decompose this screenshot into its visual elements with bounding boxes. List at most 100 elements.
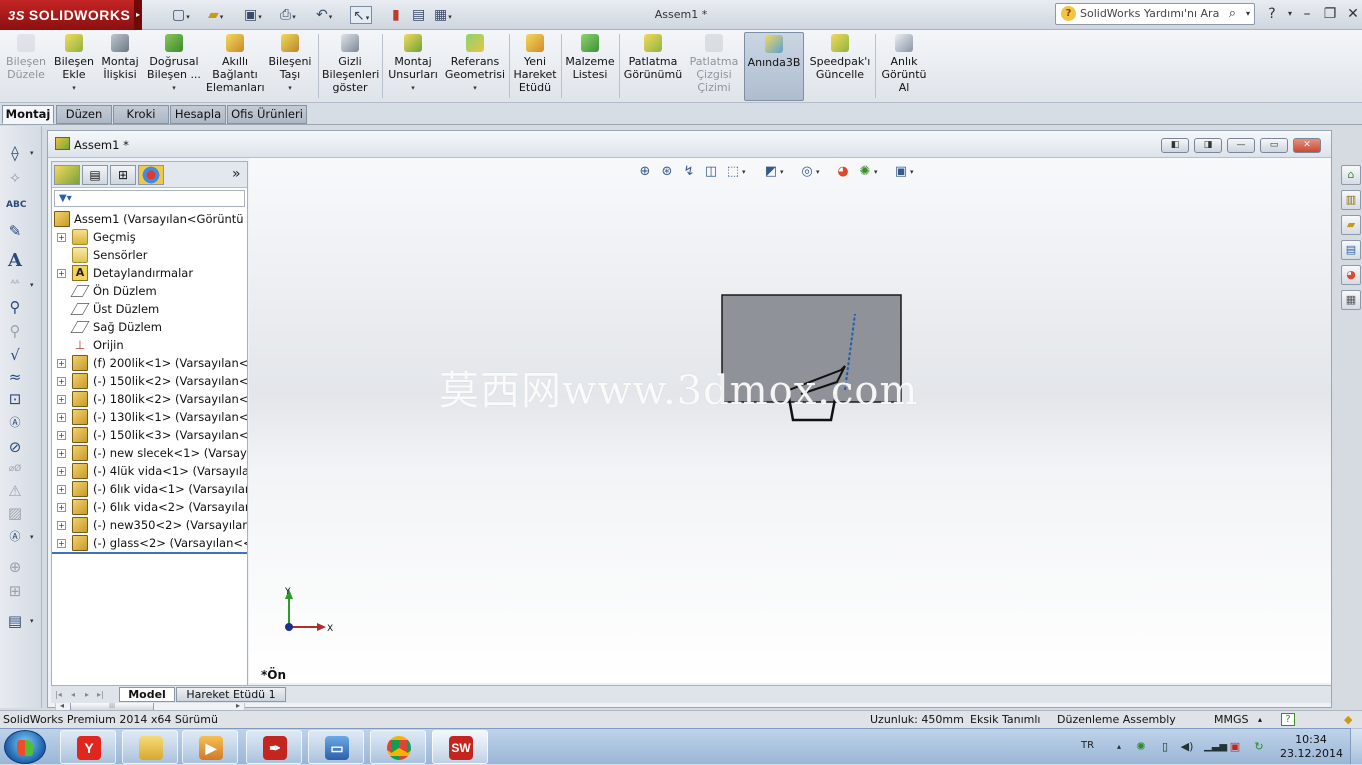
tree-item[interactable]: + (-) 180lik<2> (Varsayılan<<Va	[52, 390, 247, 408]
undo-icon[interactable]: ↶▾	[316, 6, 332, 24]
volume-icon[interactable]: ◀)	[1180, 740, 1194, 754]
instant3d-button[interactable]: Anında3B	[744, 32, 804, 101]
restore-icon[interactable]: ❐	[1320, 5, 1340, 23]
view-palette-icon[interactable]: ▤	[1341, 240, 1361, 260]
expand-toggle-icon[interactable]: +	[57, 269, 66, 278]
tree-item[interactable]: + Geçmiş	[52, 228, 247, 246]
taskbar-media-player[interactable]: ▶	[182, 730, 238, 764]
property-manager-tab-icon[interactable]: ▤	[82, 165, 108, 185]
start-button[interactable]	[4, 730, 46, 764]
insert-component-button[interactable]: Bileşen Ekle ▾	[52, 32, 96, 101]
tab-model[interactable]: Model	[119, 687, 175, 702]
tag-icon[interactable]: ◆	[1344, 711, 1352, 728]
tile-right-icon[interactable]: ◨	[1194, 138, 1222, 153]
taskbar-yandex[interactable]: Y	[60, 730, 116, 764]
tree-filter-icon[interactable]: ▼▾	[54, 190, 245, 207]
bill-of-materials-button[interactable]: Malzeme Listesi	[564, 32, 616, 101]
area-hatch-icon[interactable]: ▨	[6, 504, 24, 522]
save-icon[interactable]: ▣▾	[244, 6, 262, 24]
custom-properties-icon[interactable]: ▦	[1341, 290, 1361, 310]
weld-symbol-icon[interactable]: ≈	[6, 368, 24, 386]
tree-item[interactable]: ⊥ Orijin	[52, 336, 247, 354]
spell-check-icon[interactable]: ABC	[6, 196, 26, 214]
note-icon[interactable]: A	[6, 252, 24, 270]
tree-item[interactable]: + (-) 4lük vida<1> (Varsayılan<	[52, 462, 247, 480]
menu-expand-arrow-icon[interactable]: ▸	[134, 0, 142, 30]
show-hidden-tray-icon[interactable]: ▴	[1112, 740, 1126, 754]
hole-callout-icon[interactable]: ⌀Ø	[6, 460, 24, 478]
help-icon[interactable]: ?	[1262, 5, 1282, 23]
update-speedpak-button[interactable]: Speedpak'ı Güncelle	[808, 32, 872, 101]
tree-item[interactable]: Sağ Düzlem	[52, 318, 247, 336]
explode-line-sketch-button[interactable]: Patlatma Çizgisi Çizimi	[686, 32, 742, 101]
taskbar-explorer[interactable]	[122, 730, 178, 764]
tab-nav-next-icon[interactable]: ▸	[85, 688, 89, 701]
tile-left-icon[interactable]: ◧	[1161, 138, 1189, 153]
take-snapshot-button[interactable]: Anlık Görüntü Al	[878, 32, 930, 101]
search-icon[interactable]: ⌕	[1229, 4, 1236, 24]
model-geometry[interactable]	[249, 158, 1331, 683]
tab-motion-study-1[interactable]: Hareket Etüdü 1	[176, 687, 286, 702]
geometric-tolerance-icon[interactable]: ⊡	[6, 390, 24, 408]
tab-nav-prev-icon[interactable]: ◂	[71, 688, 75, 701]
expand-toggle-icon[interactable]: +	[57, 395, 66, 404]
tree-root-assembly[interactable]: Assem1 (Varsayılan<Görüntü Du	[52, 210, 247, 228]
new-motion-study-button[interactable]: Yeni Hareket Etüdü	[512, 32, 558, 101]
table-icon[interactable]: ▤ ▾	[6, 612, 34, 630]
print-icon[interactable]: ⎙▾	[280, 6, 296, 24]
tree-item[interactable]: + (-) glass<2> (Varsayılan<<Va	[52, 534, 247, 552]
linear-pattern-button[interactable]: Doğrusal Bileşen ... ▾	[146, 32, 202, 101]
tree-item[interactable]: + (-) 150lik<2> (Varsayılan<<Va	[52, 372, 247, 390]
select-cursor-icon[interactable]: ↖▾	[350, 6, 373, 24]
auto-balloon-icon[interactable]: ⚲	[6, 322, 24, 340]
expand-toggle-icon[interactable]: +	[57, 467, 66, 476]
smart-fasteners-button[interactable]: Akıllı Bağlantı Elemanları	[206, 32, 265, 101]
tree-item[interactable]: + (-) new slecek<1> (Varsayılan	[52, 444, 247, 462]
tree-item[interactable]: + (-) new350<2> (Varsayılan<<	[52, 516, 247, 534]
tree-item[interactable]: + (f) 200lik<1> (Varsayılan<<Va	[52, 354, 247, 372]
expand-toggle-icon[interactable]: +	[57, 431, 66, 440]
show-hidden-components-button[interactable]: Gizli Bileşenleri göster	[322, 32, 379, 101]
security-icon[interactable]: ▣	[1228, 740, 1242, 754]
taskbar-solidworks[interactable]: SW	[432, 730, 488, 764]
expand-toggle-icon[interactable]: +	[57, 377, 66, 386]
expand-toggle-icon[interactable]: +	[57, 485, 66, 494]
block-icon[interactable]: Ⓐ ▾	[6, 528, 34, 546]
close-icon[interactable]: ✕	[1343, 5, 1362, 23]
exploded-view-button[interactable]: Patlatma Görünümü	[622, 32, 684, 101]
search-dropdown-icon[interactable]: ▾	[1246, 4, 1250, 24]
units-dropdown-icon[interactable]: ▴	[1258, 711, 1262, 728]
tree-item[interactable]: + (-) 6lık vida<1> (Varsayılan<<	[52, 480, 247, 498]
move-component-button[interactable]: Bileşeni Taşı ▾	[266, 32, 314, 101]
center-mark-icon[interactable]: ⊕	[6, 558, 24, 576]
taskbar-remote-desktop[interactable]: ▭	[308, 730, 364, 764]
signal-strength-icon[interactable]: ▁▃▅	[1204, 740, 1227, 754]
datum-feature-icon[interactable]: Ⓐ	[6, 414, 24, 432]
taskbar-acrobat[interactable]: ✒	[246, 730, 302, 764]
help-search-input[interactable]: ? SolidWorks Yardımı'nı Ara ⌕ ▾	[1055, 3, 1255, 25]
balloon-icon[interactable]: ⚲	[6, 298, 24, 316]
network-sync-icon[interactable]: ✺	[1134, 740, 1148, 754]
expand-toggle-icon[interactable]: +	[57, 539, 66, 548]
new-document-icon[interactable]: ▢▾	[172, 6, 190, 24]
expand-toggle-icon[interactable]: +	[57, 413, 66, 422]
mate-button[interactable]: Montaj İlişkisi	[98, 32, 142, 101]
display-manager-tab-icon[interactable]	[138, 165, 164, 185]
expand-toggle-icon[interactable]: +	[57, 521, 66, 530]
expand-toggle-icon[interactable]: +	[57, 503, 66, 512]
solidworks-logo[interactable]: 3S SOLIDWORKS	[0, 0, 134, 30]
tree-item[interactable]: + (-) 150lik<3> (Varsayılan<<Va	[52, 426, 247, 444]
help-status-icon[interactable]: ?	[1281, 713, 1295, 726]
surface-finish-icon[interactable]: √	[6, 346, 24, 364]
tab-duzen[interactable]: Düzen	[56, 105, 112, 124]
tab-montaj[interactable]: Montaj	[2, 105, 54, 124]
datum-target-icon[interactable]: ⊘	[6, 438, 24, 456]
taskbar-clock[interactable]: 10:34 23.12.2014	[1280, 733, 1343, 761]
tab-hesapla[interactable]: Hesapla	[170, 105, 226, 124]
tab-nav-last-icon[interactable]: ▸|	[97, 688, 104, 701]
graphics-area[interactable]: ⊕ ⊛ ↯ ◫ ⬚ ▾ ◩ ▾ ◎ ▾ ◕ ✺ ▾ ▣ ▾ 莫西网www.3dmox.co…	[249, 158, 1331, 683]
expand-toggle-icon[interactable]: +	[57, 449, 66, 458]
format-painter-icon[interactable]: ✎	[6, 222, 24, 240]
options-icon[interactable]: ▦▾	[434, 6, 452, 24]
tab-nav-first-icon[interactable]: |◂	[55, 688, 62, 701]
